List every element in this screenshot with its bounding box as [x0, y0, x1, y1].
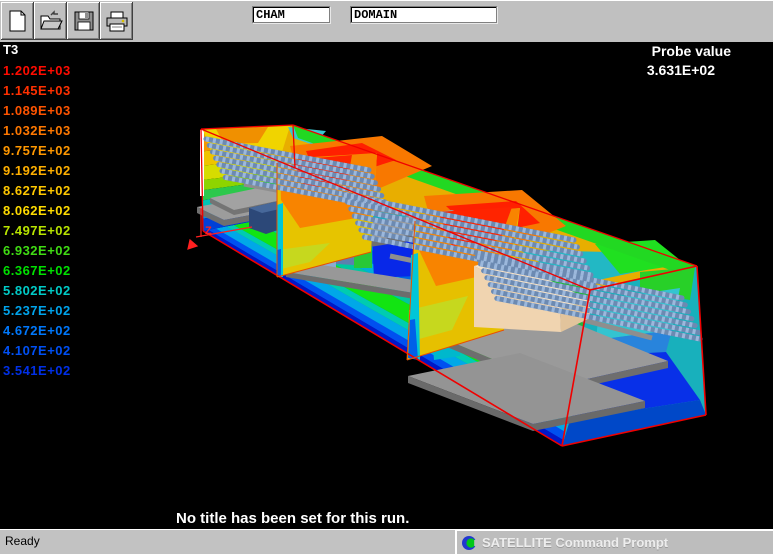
- probe-label: Probe value: [647, 42, 731, 61]
- legend-entry: 1.202E+03: [3, 61, 71, 81]
- legend-entry: 6.932E+02: [3, 241, 71, 261]
- legend-entry: 8.062E+02: [3, 201, 71, 221]
- legend-entry: 1.032E+03: [3, 121, 71, 141]
- render-viewport[interactable]: Z T3 1.202E+03 1.145E+03 1.089E+03 1.032…: [0, 42, 773, 529]
- cham-field[interactable]: [252, 6, 330, 23]
- axis-label: Z: [205, 225, 212, 237]
- status-text: Ready: [0, 529, 455, 554]
- taskbar-label: SATELLITE Command Prompt: [482, 535, 668, 550]
- run-title-message: No title has been set for this run.: [176, 510, 409, 527]
- toolbar: [0, 0, 773, 42]
- legend-entry: 5.802E+02: [3, 281, 71, 301]
- legend-entry: 7.497E+02: [3, 221, 71, 241]
- print-button[interactable]: [100, 2, 133, 40]
- new-file-button[interactable]: [1, 2, 34, 40]
- legend-entry: 9.757E+02: [3, 141, 71, 161]
- probe-readout: Probe value 3.631E+02: [647, 42, 731, 80]
- legend-title: T3: [3, 42, 71, 61]
- legend-entry: 4.672E+02: [3, 321, 71, 341]
- open-folder-icon: [39, 10, 63, 32]
- taskbar-button[interactable]: SATELLITE Command Prompt: [455, 529, 773, 554]
- open-file-button[interactable]: [34, 2, 67, 40]
- probe-value: 3.631E+02: [647, 61, 731, 80]
- legend-entry: 1.089E+03: [3, 101, 71, 121]
- legend-entry: 5.237E+02: [3, 301, 71, 321]
- app-window: Z T3 1.202E+03 1.145E+03 1.089E+03 1.032…: [0, 0, 773, 554]
- save-button[interactable]: [67, 2, 100, 40]
- scene-3d-render[interactable]: Z: [0, 42, 773, 529]
- satellite-app-icon: [461, 535, 477, 551]
- legend-entry: 9.192E+02: [3, 161, 71, 181]
- legend: T3 1.202E+03 1.145E+03 1.089E+03 1.032E+…: [3, 42, 71, 381]
- legend-entry: 8.627E+02: [3, 181, 71, 201]
- legend-entry: 6.367E+02: [3, 261, 71, 281]
- domain-field[interactable]: [350, 6, 497, 23]
- legend-entry: 1.145E+03: [3, 81, 71, 101]
- printer-icon: [105, 10, 129, 33]
- status-bar: Ready SATELLITE Command Prompt: [0, 529, 773, 554]
- legend-entry: 3.541E+02: [3, 361, 71, 381]
- save-floppy-icon: [73, 10, 95, 32]
- new-document-icon: [7, 9, 29, 33]
- legend-entry: 4.107E+02: [3, 341, 71, 361]
